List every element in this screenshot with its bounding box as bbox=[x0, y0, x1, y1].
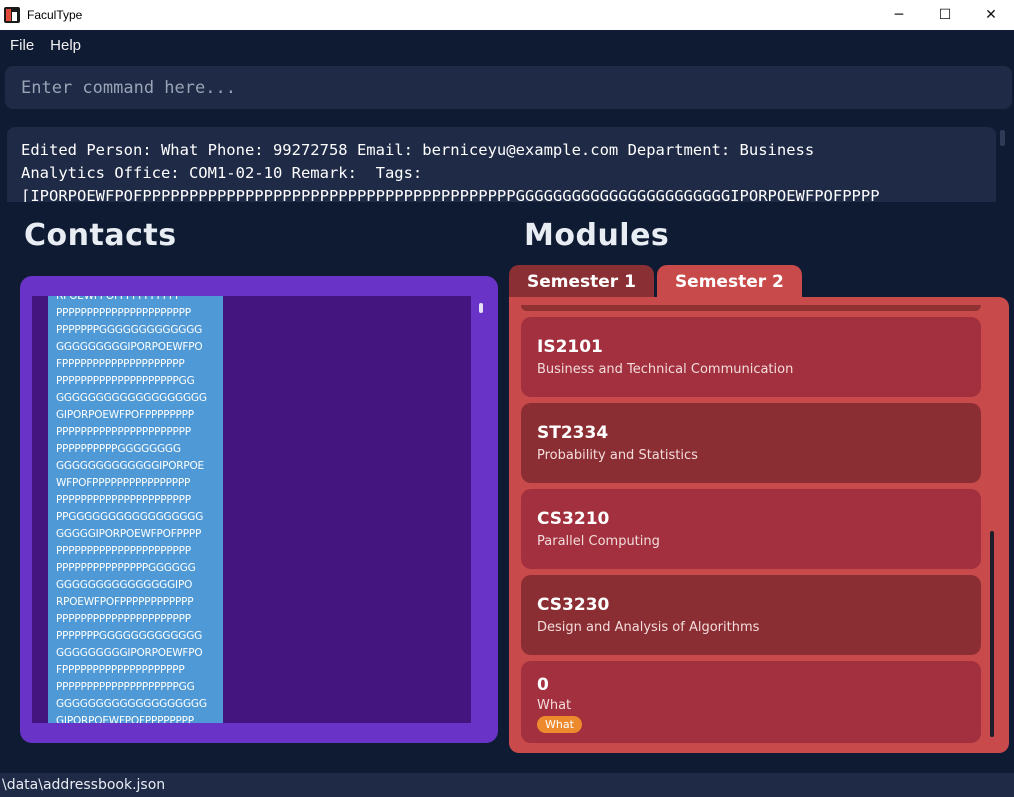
module-code: ST2334 bbox=[537, 423, 609, 443]
module-code: 0 bbox=[537, 675, 549, 695]
modules-scrollbar[interactable] bbox=[990, 531, 994, 737]
module-tag: What bbox=[537, 716, 582, 733]
tag-text-line: PPPPPPPPPPPPPPPGGGGGG bbox=[56, 562, 196, 574]
tag-text-line: PPGGGGGGGGGGGGGGGGG bbox=[56, 511, 204, 523]
minimize-button[interactable]: ─ bbox=[876, 0, 922, 30]
tag-text-line: GIPORPOEWFPOFPPPPPPPP bbox=[56, 409, 194, 421]
module-code: CS3210 bbox=[537, 509, 610, 529]
menu-help[interactable]: Help bbox=[50, 37, 81, 54]
result-scrollbar[interactable] bbox=[1000, 130, 1005, 146]
module-code: IS2101 bbox=[537, 337, 603, 357]
module-card[interactable]: IS2101 Business and Technical Communicat… bbox=[521, 317, 981, 397]
module-name: Probability and Statistics bbox=[537, 448, 698, 463]
tag-text-line: GGGGGGGGGGGGGGGGGGG bbox=[56, 392, 207, 404]
result-display: Edited Person: What Phone: 99272758 Emai… bbox=[7, 127, 996, 202]
tag-text-line: PPPPPPPPPPPPPPPPPPPPPP bbox=[56, 545, 191, 557]
title-bar: FaculType ─ ☐ ✕ bbox=[0, 0, 1014, 30]
tag-text-line: PPPPPPPGGGGGGGGGGGGG bbox=[56, 630, 203, 642]
window-title: FaculType bbox=[27, 8, 83, 22]
tag-text-line: PPPPPPPPPPPPPPPPPPPPPP bbox=[56, 426, 191, 438]
module-name: What bbox=[537, 698, 572, 713]
tag-text-line: GIPORPOEWFPOFPPPPPPPP bbox=[56, 715, 194, 723]
semester-tabs: Semester 1 Semester 2 bbox=[509, 265, 805, 299]
tab-semester-2[interactable]: Semester 2 bbox=[656, 265, 802, 299]
contact-tag: RPOEWFPOFPPPPPPPPPP PPPPPPPPPPPPPPPPPPPPP… bbox=[48, 296, 223, 723]
tag-text-line: GGGGGGGGGGGGGGGIPO bbox=[56, 579, 193, 591]
contacts-heading: Contacts bbox=[24, 218, 177, 253]
modules-heading: Modules bbox=[524, 218, 670, 253]
tag-text-line: RPOEWFPOFPPPPPPPPPPPP bbox=[56, 596, 194, 608]
module-card-partial bbox=[521, 305, 981, 311]
module-name: Business and Technical Communication bbox=[537, 362, 794, 377]
menu-file[interactable]: File bbox=[10, 37, 34, 54]
file-path: \data\addressbook.json bbox=[2, 777, 166, 793]
tag-text-line: PPPPPPPPPPPPPPPPPPPPPP bbox=[56, 307, 191, 319]
tag-text-line: GGGGGGGGGGGGGIPORPOE bbox=[56, 460, 204, 472]
tag-text-line: GGGGGGGGGIPORPOEWFPO bbox=[56, 341, 203, 353]
tag-text-line: GGGGGGGGGGGGGGGGGGG bbox=[56, 698, 207, 710]
result-line: Edited Person: What Phone: 99272758 Emai… bbox=[21, 141, 815, 159]
tag-text-line: GGGGGGGGGIPORPOEWFPO bbox=[56, 647, 203, 659]
tab-semester-1[interactable]: Semester 1 bbox=[509, 265, 654, 299]
module-card[interactable]: ST2334 Probability and Statistics bbox=[521, 403, 981, 483]
status-bar: \data\addressbook.json bbox=[0, 773, 1014, 797]
tag-text-line: PPPPPPPPPPPPPPPPPPPPPP bbox=[56, 613, 191, 625]
tag-text-line: PPPPPPPPPPGGGGGGGG bbox=[56, 443, 181, 455]
tag-text-line: PPPPPPPPPPPPPPPPPPPPGG bbox=[56, 681, 195, 693]
tag-text-line: PPPPPPPPPPPPPPPPPPPPPP bbox=[56, 494, 191, 506]
module-name: Design and Analysis of Algorithms bbox=[537, 620, 760, 635]
tag-text-line: FPPPPPPPPPPPPPPPPPPPP bbox=[56, 664, 185, 676]
tag-text-line: RPOEWFPOFPPPPPPPPPP bbox=[56, 296, 182, 302]
result-line: Analytics Office: COM1-02-10 Remark: Tag… bbox=[21, 164, 423, 182]
contacts-list[interactable]: RPOEWFPOFPPPPPPPPPP PPPPPPPPPPPPPPPPPPPPP… bbox=[32, 296, 471, 723]
contacts-panel: RPOEWFPOFPPPPPPPPPP PPPPPPPPPPPPPPPPPPPPP… bbox=[20, 276, 498, 743]
app-logo-icon bbox=[4, 7, 20, 23]
tag-text-line: PPPPPPPGGGGGGGGGGGGG bbox=[56, 324, 203, 336]
command-box bbox=[5, 66, 1012, 109]
result-line: [IPORPOEWFPOFPPPPPPPPPPPPPPPPPPPPPPPPPPP… bbox=[21, 187, 880, 202]
tag-text-line: PPPPPPPPPPPPPPPPPPPPGG bbox=[56, 375, 195, 387]
tag-text-line: GGGGGIPORPOEWFPOFPPPP bbox=[56, 528, 202, 540]
menu-bar: File Help bbox=[0, 30, 1014, 60]
module-name: Parallel Computing bbox=[537, 534, 660, 549]
tag-text-line: WFPOFPPPPPPPPPPPPPPPP bbox=[56, 477, 191, 489]
tag-text-line: FPPPPPPPPPPPPPPPPPPPP bbox=[56, 358, 185, 370]
module-card[interactable]: CS3210 Parallel Computing bbox=[521, 489, 981, 569]
command-input[interactable] bbox=[21, 77, 981, 98]
window-controls: ─ ☐ ✕ bbox=[876, 0, 1014, 30]
module-card[interactable]: 0 What What bbox=[521, 661, 981, 743]
contacts-scrollbar[interactable] bbox=[479, 303, 483, 313]
module-card[interactable]: CS3230 Design and Analysis of Algorithms bbox=[521, 575, 981, 655]
close-button[interactable]: ✕ bbox=[968, 0, 1014, 30]
maximize-button[interactable]: ☐ bbox=[922, 0, 968, 30]
modules-panel: IS2101 Business and Technical Communicat… bbox=[509, 297, 1009, 753]
module-code: CS3230 bbox=[537, 595, 610, 615]
